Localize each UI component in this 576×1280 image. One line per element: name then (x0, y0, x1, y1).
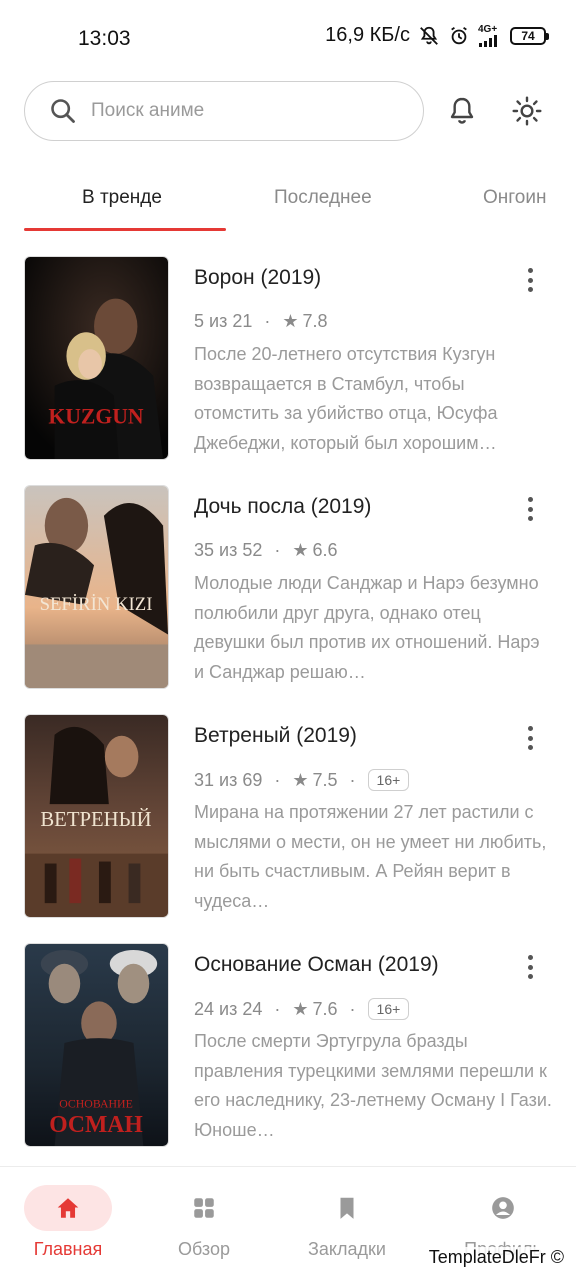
poster-image[interactable]: KUZGUN (24, 256, 169, 460)
episode-count: 31 из 69 (194, 769, 263, 790)
battery-icon: 74 (510, 26, 549, 45)
item-description: Молодые люди Санджар и Нарэ безумно полю… (194, 573, 540, 682)
more-options-icon[interactable] (520, 495, 540, 523)
watermark: TemplateDleFr © (426, 1247, 566, 1268)
poster-title: ОСМАН (49, 1112, 143, 1138)
theme-icon[interactable] (511, 95, 543, 127)
list-item[interactable]: ВЕТРЕНЫЙ Ветреный (2019) 31 из 69 · ★ 7.… (24, 714, 576, 918)
star-icon: ★ (292, 540, 309, 560)
item-meta: 35 из 52 · ★ 6.6 (194, 540, 338, 561)
nav-label: Главная (33, 1239, 103, 1259)
poster-title: ВЕТРЕНЫЙ (40, 808, 151, 831)
item-meta: 24 из 24 · ★ 7.6 · 16+ (194, 998, 410, 1020)
item-meta: 31 из 69 · ★ 7.5 · 16+ (194, 769, 410, 791)
list-item[interactable]: ОСНОВАНИЕ ОСМАН Основание Осман (2019) 2… (24, 943, 576, 1147)
rating-value: 7.8 (302, 311, 328, 331)
nav-browse[interactable]: Обзор (136, 1167, 280, 1280)
poster-image[interactable]: SEFİRİN KIZI (24, 485, 169, 689)
grid-icon (194, 1198, 214, 1218)
tab-trending[interactable]: В тренде (82, 187, 162, 209)
poster-title: KUZGUN (48, 404, 144, 428)
status-time: 13:03 (78, 27, 131, 50)
tab-indicator (24, 228, 226, 231)
star-icon: ★ (282, 311, 299, 331)
network-speed: 16,9 КБ/с (325, 24, 410, 46)
profile-icon (492, 1197, 514, 1219)
alarm-icon (451, 26, 467, 44)
status-icons: 16,9 КБ/с 4G+ 74 (325, 23, 549, 47)
separator: · (349, 769, 356, 790)
network-type: 4G+ (478, 23, 498, 35)
item-meta: 5 из 21 · ★ 7.8 (194, 311, 328, 332)
poster-image[interactable]: ВЕТРЕНЫЙ (24, 714, 169, 918)
nav-label: Обзор (178, 1239, 230, 1259)
episode-count: 35 из 52 (194, 540, 263, 560)
battery-level: 74 (521, 28, 535, 43)
tab-latest[interactable]: Последнее (274, 187, 372, 209)
signal-icon: 4G+ (478, 23, 502, 47)
more-options-icon[interactable] (520, 724, 540, 752)
star-icon: ★ (292, 998, 309, 1019)
poster-image[interactable]: ОСНОВАНИЕ ОСМАН (24, 943, 169, 1147)
item-title[interactable]: Основание Осман (2019) (194, 953, 439, 977)
rating-value: 6.6 (312, 540, 338, 560)
list-item[interactable]: KUZGUN Ворон (2019) 5 из 21 · ★ 7.8 Посл… (24, 256, 576, 460)
search-icon (51, 99, 75, 123)
home-icon (57, 1198, 79, 1218)
tab-ongoing[interactable]: Онгоин (483, 187, 546, 209)
more-options-icon[interactable] (520, 266, 540, 294)
rating-value: 7.6 (312, 998, 338, 1019)
rating-value: 7.5 (312, 769, 338, 790)
separator: · (274, 540, 281, 560)
age-rating-badge: 16+ (367, 769, 410, 791)
separator: · (264, 311, 271, 331)
item-title[interactable]: Ветреный (2019) (194, 724, 357, 748)
separator: · (274, 769, 281, 790)
status-bar: 13:03 16,9 КБ/с 4G+ 74 (0, 0, 576, 76)
mute-icon (420, 26, 438, 45)
age-rating-badge: 16+ (367, 998, 410, 1020)
search-input[interactable]: Поиск аниме (24, 81, 424, 141)
search-placeholder: Поиск аниме (91, 100, 205, 121)
poster-title: SEFİRİN KIZI (40, 594, 153, 615)
star-icon: ★ (292, 769, 309, 790)
separator: · (274, 998, 281, 1019)
item-title[interactable]: Ворон (2019) (194, 266, 321, 290)
bookmark-icon (340, 1197, 354, 1219)
tab-bar: В тренде Последнее Онгоин (0, 175, 576, 233)
more-options-icon[interactable] (520, 953, 540, 981)
separator: · (349, 998, 356, 1019)
item-description: Мирана на протяжении 27 лет растили с мы… (194, 802, 547, 911)
nav-home[interactable]: Главная (0, 1167, 144, 1280)
episode-count: 24 из 24 (194, 998, 263, 1019)
nav-bookmarks[interactable]: Закладки (279, 1167, 423, 1280)
item-description: После смерти Эртугрула бразды правления … (194, 1031, 552, 1140)
item-description: После 20-летнего отсутствия Кузгун возвр… (194, 344, 498, 453)
bell-icon[interactable] (446, 95, 478, 127)
nav-label: Закладки (308, 1239, 386, 1259)
list-item[interactable]: SEFİRİN KIZI Дочь посла (2019) 35 из 52 … (24, 485, 576, 689)
episode-count: 5 из 21 (194, 311, 253, 331)
poster-title: ОСНОВАНИЕ (59, 1096, 133, 1110)
item-title[interactable]: Дочь посла (2019) (194, 495, 371, 519)
